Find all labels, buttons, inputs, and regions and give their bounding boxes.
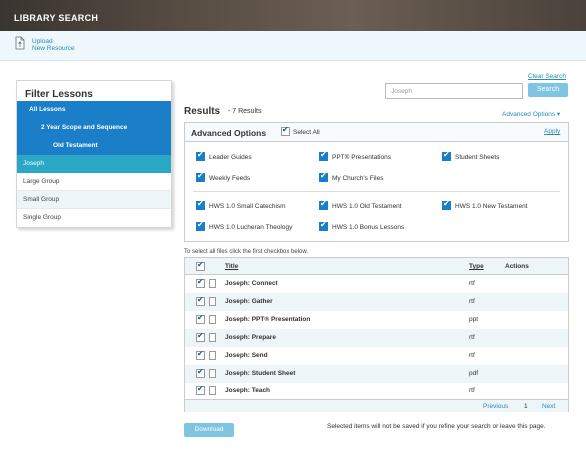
sidebar-item-single-group[interactable]: Single Group — [17, 209, 171, 227]
advanced-options-header: Advanced Options Select All Apply — [185, 123, 568, 142]
table-row[interactable]: Joseph: PPT® Presentation ppt — [185, 311, 568, 329]
select-all-label: Select All — [293, 129, 320, 136]
upload-document-icon[interactable] — [15, 36, 25, 50]
search-input[interactable] — [385, 83, 523, 99]
clear-search-link[interactable]: Clear Search — [528, 73, 566, 80]
document-icon — [209, 351, 216, 360]
download-button[interactable]: Download — [184, 423, 234, 437]
hws-new-testament-label: HWS 1.0 New Testament — [455, 203, 528, 210]
row-checkbox[interactable] — [196, 331, 205, 342]
upload-link[interactable]: Upload — [32, 38, 53, 45]
new-resource-link[interactable]: New Resource — [32, 45, 75, 52]
sidebar-item-large-group[interactable]: Large Group — [17, 173, 171, 191]
upload-bar — [0, 31, 586, 61]
hws-lutheran-theology-checkbox[interactable] — [196, 220, 205, 231]
document-icon — [209, 333, 216, 342]
table-row[interactable]: Joseph: Gather rtf — [185, 293, 568, 311]
row-checkbox[interactable] — [196, 313, 205, 324]
previous-page-link[interactable]: Previous — [483, 403, 508, 410]
table-row[interactable]: Joseph: Student Sheet pdf — [185, 365, 568, 383]
results-table: Title Type Actions Joseph: Connect rtf J… — [184, 257, 569, 412]
leader-guides-checkbox[interactable] — [196, 150, 205, 161]
select-all-hint: To select all files click the first chec… — [184, 249, 309, 255]
my-church-files-checkbox[interactable] — [319, 171, 328, 182]
results-count: - 7 Results — [228, 108, 262, 115]
ppt-presentations-label: PPT® Presentations — [332, 154, 391, 161]
advanced-options-toggle[interactable]: Advanced Options ▾ — [502, 110, 560, 118]
row-checkbox[interactable] — [196, 277, 205, 288]
hws-old-testament-label: HWS 1.0 Old Testament — [332, 203, 402, 210]
document-icon — [209, 279, 216, 288]
sidebar-item-all-lessons[interactable]: All Lessons — [17, 101, 171, 119]
type-column-header[interactable]: Type — [469, 263, 484, 270]
hws-small-catechism-label: HWS 1.0 Small Catechism — [209, 203, 286, 210]
student-sheets-checkbox[interactable] — [442, 150, 451, 161]
current-page[interactable]: 1 — [524, 403, 528, 410]
select-all-rows-checkbox[interactable] — [196, 260, 205, 271]
filter-lessons-title: Filter Lessons — [25, 89, 93, 100]
hws-new-testament-checkbox[interactable] — [442, 199, 451, 210]
table-row[interactable]: Joseph: Connect rtf — [185, 275, 568, 293]
row-title[interactable]: Joseph: Send — [225, 352, 268, 359]
document-icon — [209, 297, 216, 306]
student-sheets-label: Student Sheets — [455, 154, 500, 161]
row-checkbox[interactable] — [196, 349, 205, 360]
weekly-feeds-checkbox[interactable] — [196, 171, 205, 182]
sidebar-item-joseph[interactable]: Joseph — [17, 155, 171, 173]
results-title: Results — [184, 106, 221, 117]
row-title[interactable]: Joseph: Teach — [225, 387, 270, 394]
row-type: rtf — [469, 298, 475, 305]
table-row[interactable]: Joseph: Send rtf — [185, 347, 568, 365]
apply-link[interactable]: Apply — [544, 128, 560, 135]
row-type: pdf — [469, 370, 479, 377]
select-all-checkbox[interactable] — [281, 125, 290, 136]
table-header: Title Type Actions — [185, 258, 568, 275]
advanced-options-title: Advanced Options — [191, 128, 267, 138]
document-icon — [209, 315, 216, 324]
weekly-feeds-label: Weekly Feeds — [209, 175, 251, 182]
actions-column-header: Actions — [505, 263, 529, 270]
row-type: rtf — [469, 387, 475, 394]
my-church-files-label: My Church's Files — [332, 175, 384, 182]
leader-guides-label: Leader Guides — [209, 154, 252, 161]
row-title[interactable]: Joseph: PPT® Presentation — [225, 316, 310, 323]
row-title[interactable]: Joseph: Student Sheet — [225, 370, 295, 377]
hws-small-catechism-checkbox[interactable] — [196, 199, 205, 210]
options-divider — [193, 191, 560, 192]
search-button[interactable]: Search — [528, 83, 568, 97]
title-column-header[interactable]: Title — [225, 263, 238, 270]
filter-lessons-panel: Filter Lessons All Lessons 2 Year Scope … — [16, 80, 172, 228]
row-checkbox[interactable] — [196, 367, 205, 378]
document-icon — [209, 369, 216, 378]
row-checkbox[interactable] — [196, 384, 205, 395]
pagination: Previous 1 Next — [185, 399, 568, 412]
table-row[interactable]: Joseph: Teach rtf — [185, 382, 568, 400]
row-checkbox[interactable] — [196, 295, 205, 306]
table-row[interactable]: Joseph: Prepare rtf — [185, 329, 568, 347]
next-page-link[interactable]: Next — [542, 403, 555, 410]
unsaved-warning: Selected items will not be saved if you … — [327, 423, 546, 430]
hws-old-testament-checkbox[interactable] — [319, 199, 328, 210]
row-type: rtf — [469, 280, 475, 287]
row-type: rtf — [469, 352, 475, 359]
row-title[interactable]: Joseph: Gather — [225, 298, 273, 305]
advanced-options-panel: Advanced Options Select All Apply Leader… — [184, 122, 569, 242]
hws-lutheran-theology-label: HWS 1.0 Lucheran Theology — [209, 224, 293, 231]
row-title[interactable]: Joseph: Prepare — [225, 334, 276, 341]
hws-bonus-lessons-checkbox[interactable] — [319, 220, 328, 231]
ppt-presentations-checkbox[interactable] — [319, 150, 328, 161]
app-title: LIBRARY SEARCH — [0, 0, 586, 31]
document-icon — [209, 386, 216, 395]
row-title[interactable]: Joseph: Connect — [225, 280, 278, 287]
row-type: rtf — [469, 334, 475, 341]
hws-bonus-lessons-label: HWS 1.0 Bonus Lessons — [332, 224, 405, 231]
sidebar-item-scope-sequence[interactable]: 2 Year Scope and Sequence — [17, 119, 171, 137]
sidebar-item-small-group[interactable]: Small Group — [17, 191, 171, 209]
row-type: ppt — [469, 316, 479, 323]
sidebar-item-old-testament[interactable]: Old Testament — [17, 137, 171, 155]
